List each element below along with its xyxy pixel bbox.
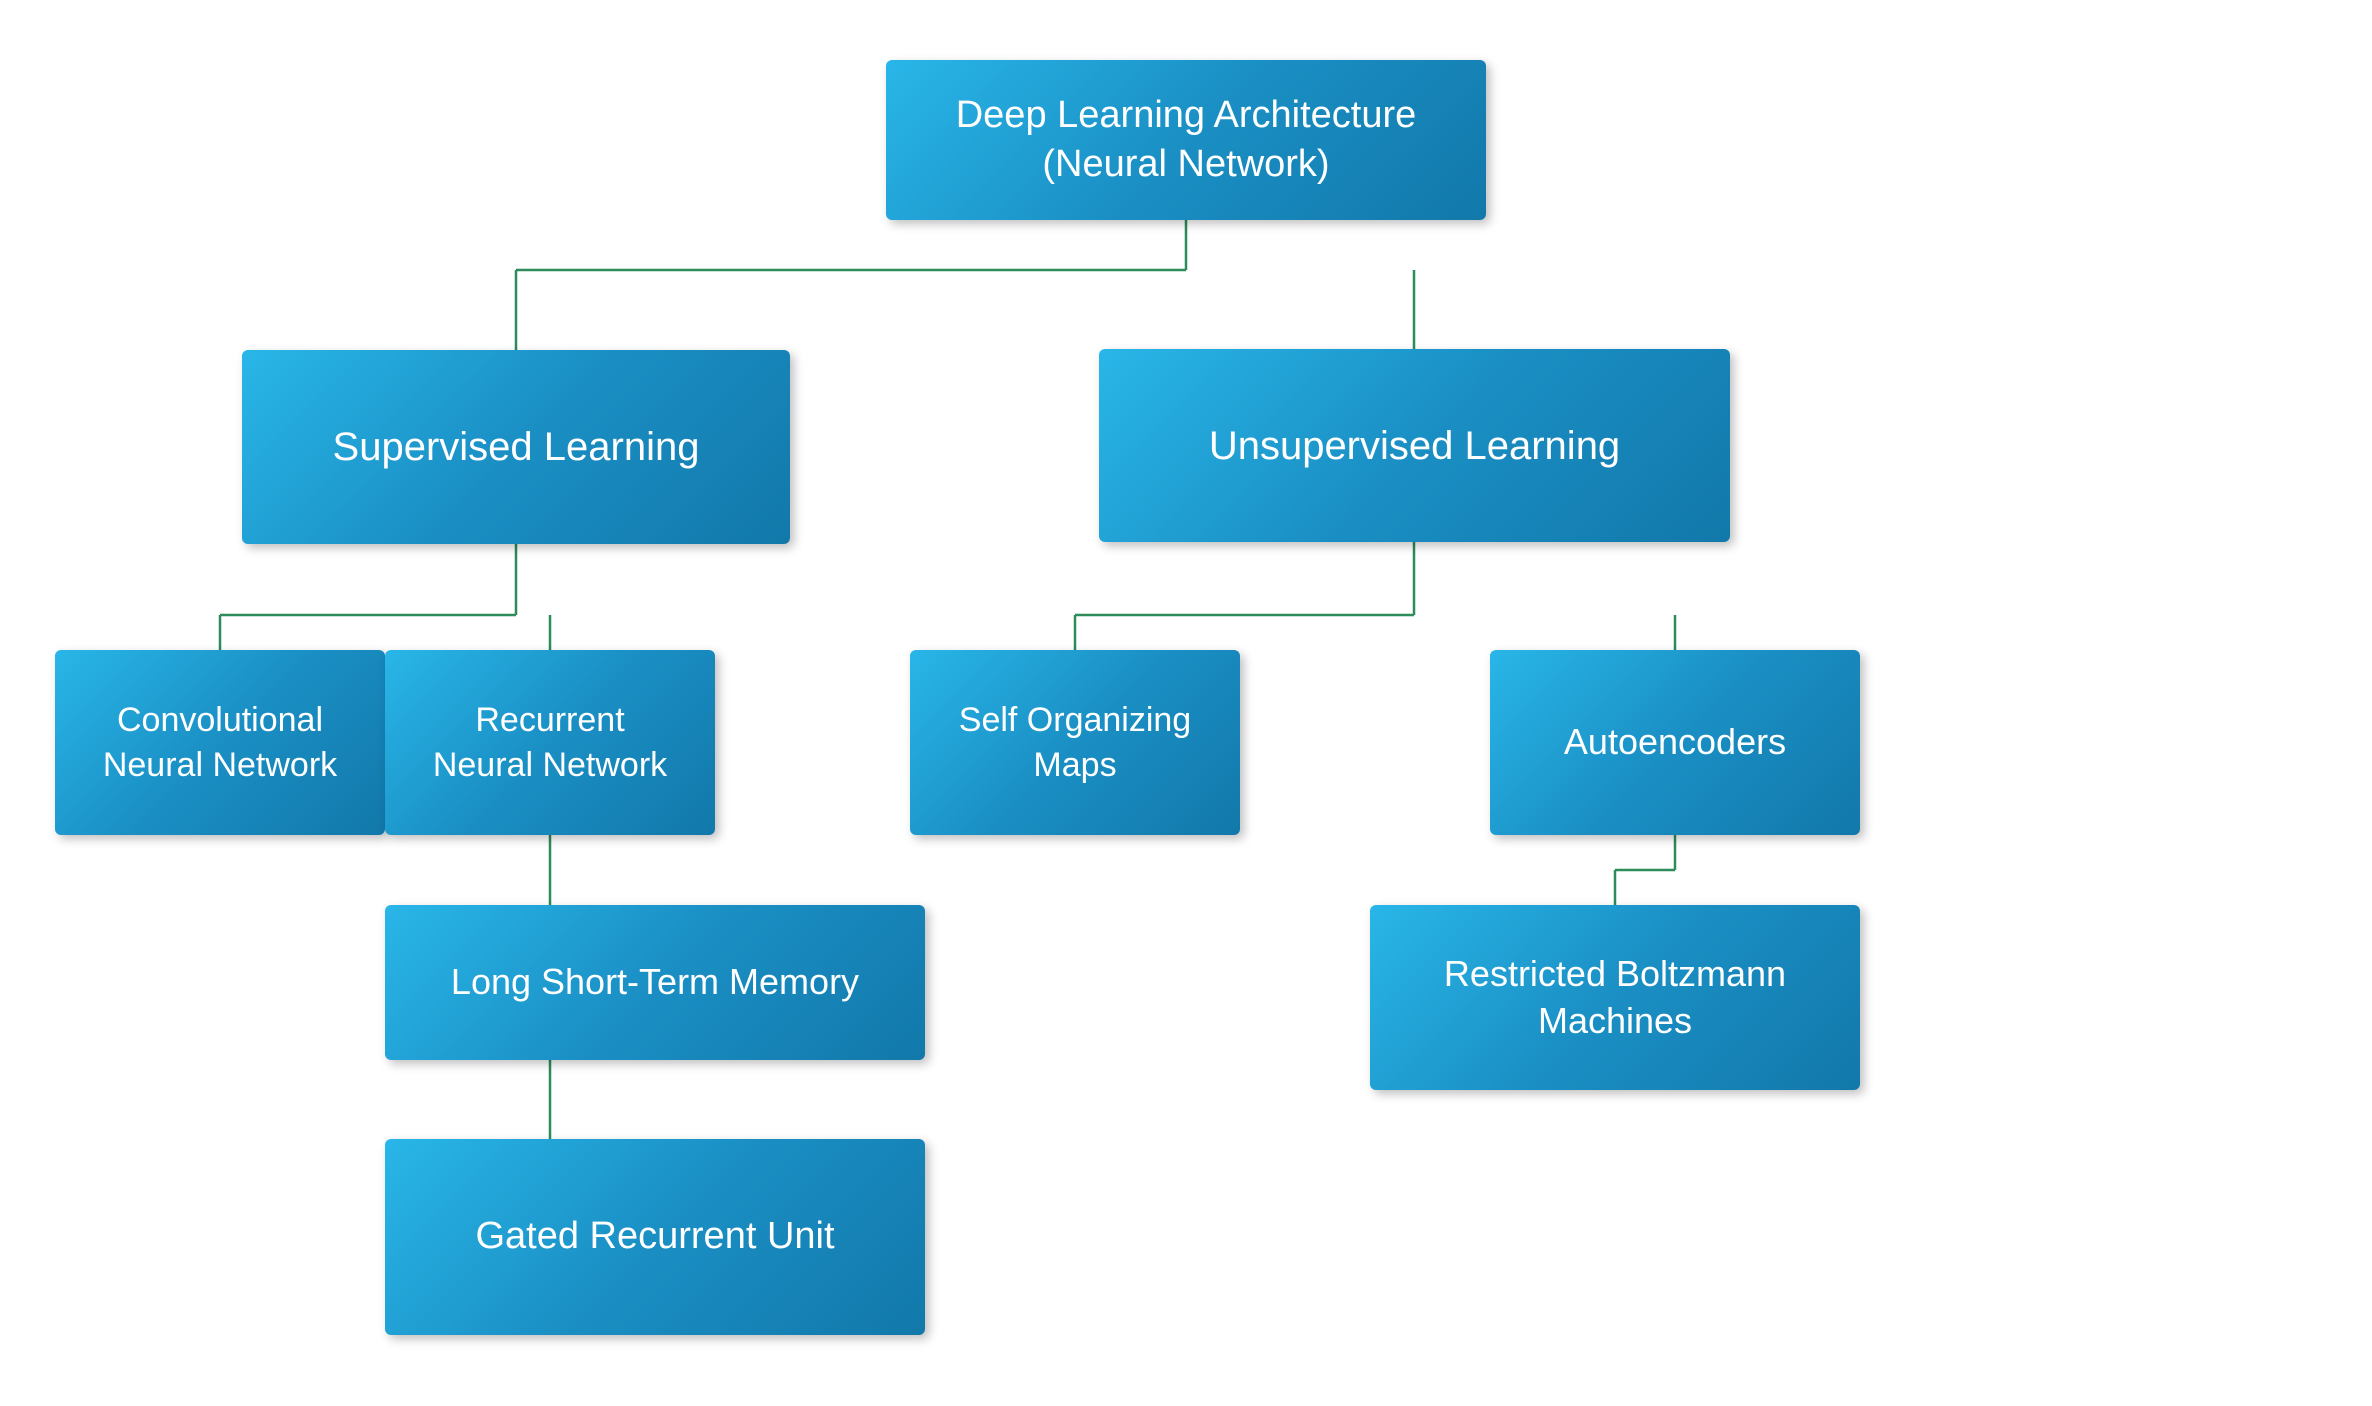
lstm-node: Long Short-Term Memory bbox=[385, 905, 925, 1060]
cnn-node: ConvolutionalNeural Network bbox=[55, 650, 385, 835]
autoencoders-node: Autoencoders bbox=[1490, 650, 1860, 835]
rbm-node: Restricted BoltzmannMachines bbox=[1370, 905, 1860, 1090]
unsupervised-learning-node: Unsupervised Learning bbox=[1099, 349, 1730, 542]
supervised-learning-node: Supervised Learning bbox=[242, 350, 790, 544]
gru-node: Gated Recurrent Unit bbox=[385, 1139, 925, 1335]
som-node: Self OrganizingMaps bbox=[910, 650, 1240, 835]
root-node: Deep Learning Architecture(Neural Networ… bbox=[886, 60, 1486, 220]
diagram-container: Deep Learning Architecture(Neural Networ… bbox=[0, 0, 2372, 1406]
rnn-node: RecurrentNeural Network bbox=[385, 650, 715, 835]
